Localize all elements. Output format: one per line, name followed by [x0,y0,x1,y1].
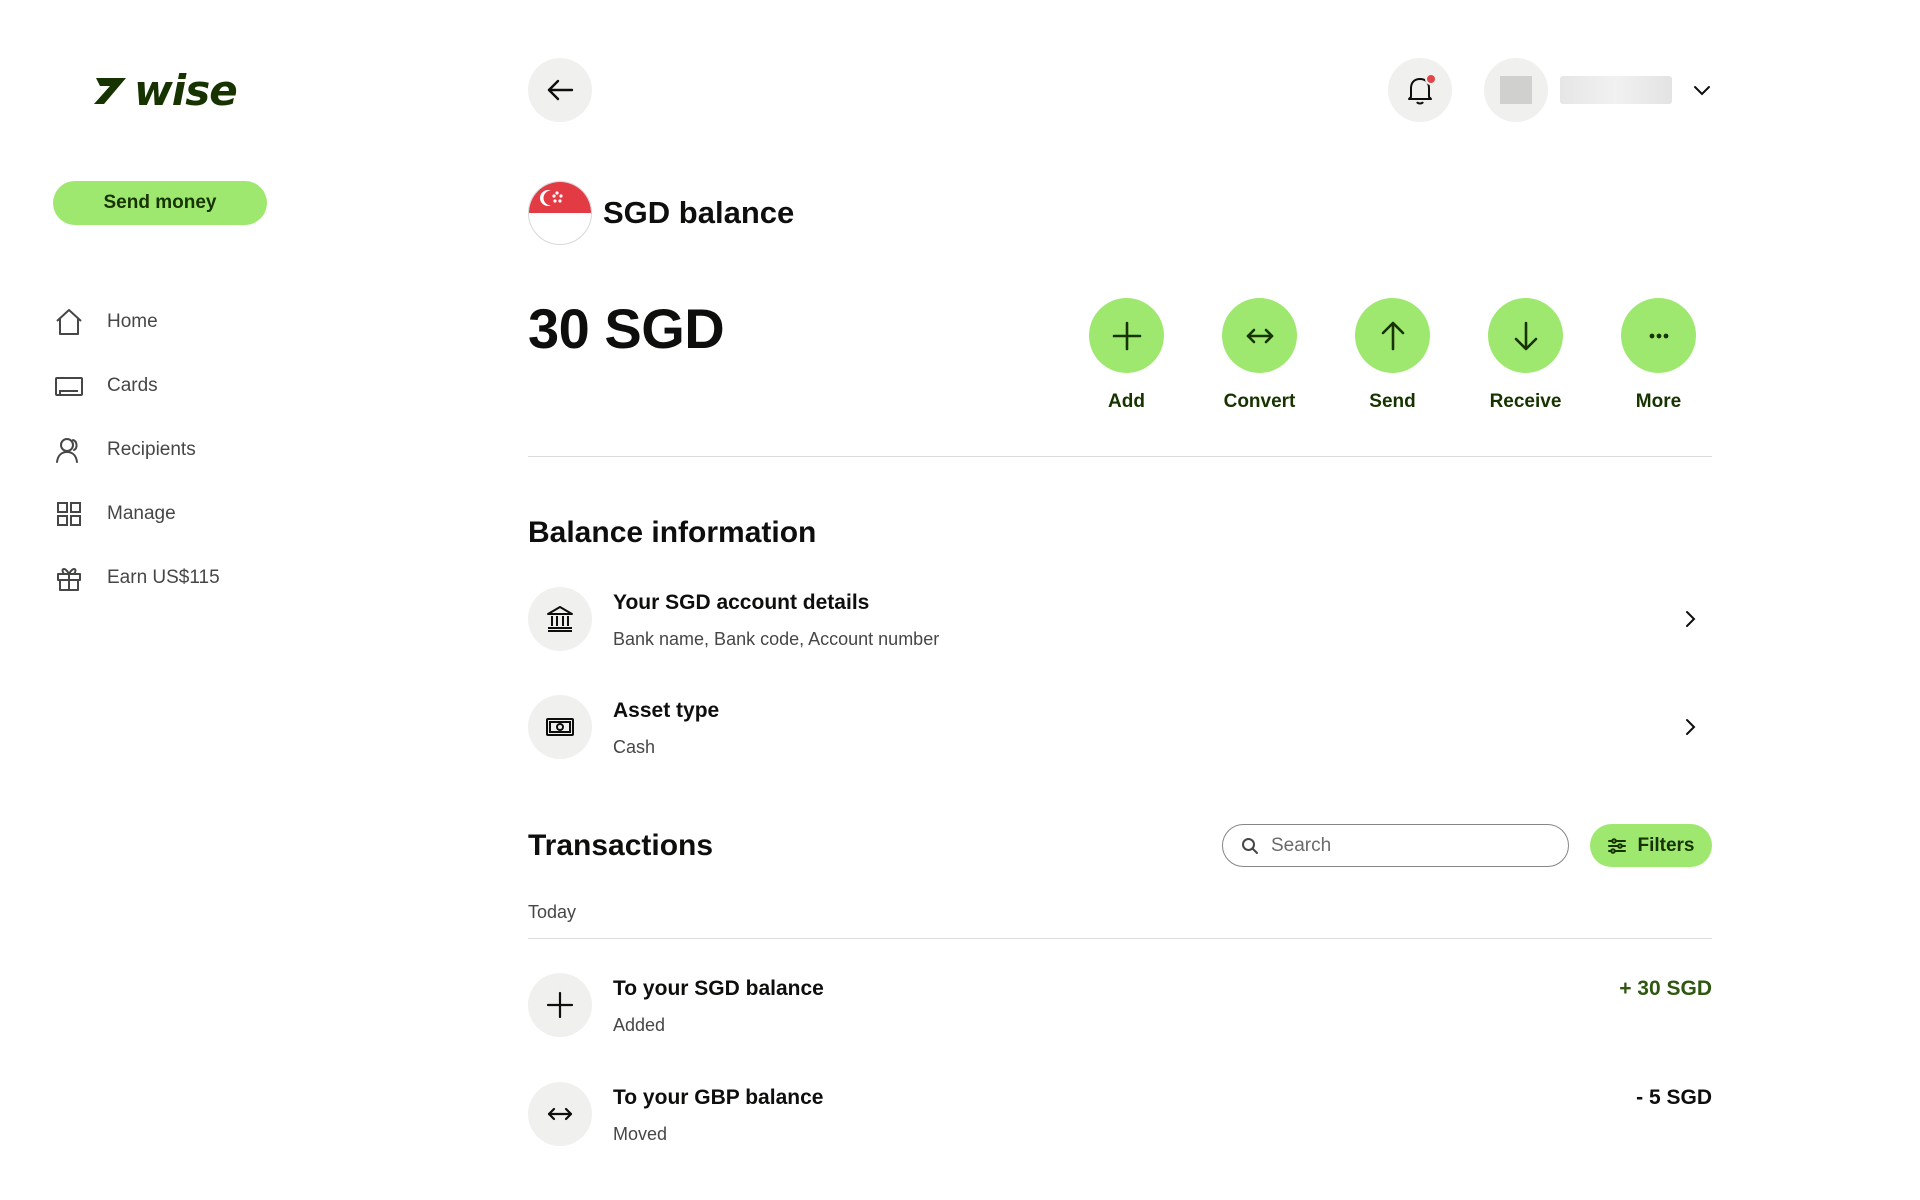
chevron-right-icon [1686,611,1696,627]
avatar-image [1500,76,1532,104]
brand-name: wise [134,66,238,115]
sidebar-item-label: Manage [107,503,176,524]
convert-arrows-icon [528,1082,592,1146]
more-label: More [1635,391,1682,412]
sidebar: wise Send money Home Cards Recipients Ma… [0,0,330,1200]
balance-title: SGD balance [603,195,795,230]
arrow-up-icon [1381,321,1404,350]
sidebar-item-home[interactable]: Home [53,290,220,354]
sidebar-item-label: Recipients [107,439,196,460]
transactions-title: Transactions [528,829,714,862]
balance-actions: Add Convert Send Receive More [1060,298,1725,413]
transaction-row[interactable]: To your GBP balance Moved - 5 SGD [528,1082,1712,1156]
transaction-status: Added [613,1015,666,1035]
receive-button[interactable]: Receive [1459,298,1592,413]
chevron-right-icon [1686,719,1696,735]
plus-icon [528,973,592,1037]
home-icon [53,306,85,338]
filters-button[interactable]: Filters [1590,824,1712,867]
transaction-search[interactable] [1222,824,1569,867]
row-title: Your SGD account details [613,591,870,614]
transaction-title: To your SGD balance [613,977,824,1000]
transaction-group-label: Today [528,902,577,922]
avatar[interactable] [1484,58,1548,122]
arrow-left-icon [547,79,574,101]
recipients-icon [53,434,85,466]
grid-icon [53,498,85,530]
plus-icon [1112,321,1141,350]
profile-name-redacted [1560,76,1672,104]
transaction-status: Moved [613,1124,668,1144]
row-subtitle: Cash [613,737,656,757]
wise-flag-icon [94,77,126,104]
send-button[interactable]: Send [1326,298,1459,413]
wise-logo[interactable]: wise [92,66,238,115]
section-divider [528,456,1712,457]
row-title: Asset type [613,699,720,722]
card-icon [53,370,85,402]
sidebar-item-earn[interactable]: Earn US$115 [53,546,220,610]
cash-icon [528,695,592,759]
receive-action-circle[interactable] [1488,298,1563,373]
arrow-down-icon [1514,321,1537,350]
gift-icon [53,562,85,594]
group-divider [528,938,1712,939]
more-dots-icon [1649,333,1668,338]
chevron-down-icon[interactable] [1692,80,1712,100]
transaction-title: To your GBP balance [613,1086,824,1109]
send-money-label: Send money [103,192,217,213]
sidebar-nav: Home Cards Recipients Manage Earn US$115 [53,290,220,610]
sidebar-item-label: Cards [107,375,158,396]
receive-label: Receive [1489,391,1562,412]
balance-information-title: Balance information [528,516,817,549]
asset-type-row[interactable]: Asset type Cash [528,695,1712,769]
search-icon [1242,837,1258,854]
add-button[interactable]: Add [1060,298,1193,413]
search-input[interactable] [1271,834,1551,857]
page: wise Send money Home Cards Recipients Ma… [0,0,1920,1200]
send-label: Send [1369,391,1416,412]
sidebar-item-cards[interactable]: Cards [53,354,220,418]
transaction-row[interactable]: To your SGD balance Added + 30 SGD [528,973,1712,1047]
convert-label: Convert [1223,391,1296,412]
row-subtitle: Bank name, Bank code, Account number [613,629,940,649]
notification-badge [1425,73,1437,85]
sidebar-item-label: Home [107,311,158,332]
profile-menu[interactable] [1484,58,1712,122]
back-button[interactable] [528,58,592,122]
sidebar-item-recipients[interactable]: Recipients [53,418,220,482]
more-button[interactable]: More [1592,298,1725,413]
send-action-circle[interactable] [1355,298,1430,373]
add-label: Add [1108,391,1145,412]
transaction-amount: - 5 SGD [1636,1086,1712,1109]
more-action-circle[interactable] [1621,298,1696,373]
notifications-button[interactable] [1388,58,1452,122]
sidebar-item-manage[interactable]: Manage [53,482,220,546]
add-action-circle[interactable] [1089,298,1164,373]
sidebar-item-label: Earn US$115 [107,567,220,588]
convert-action-circle[interactable] [1222,298,1297,373]
filters-icon [1608,837,1627,854]
singapore-flag-icon [528,181,592,245]
account-details-row[interactable]: Your SGD account details Bank name, Bank… [528,587,1712,661]
transaction-amount: + 30 SGD [1619,977,1712,1000]
balance-amount: 30 SGD [528,297,725,360]
bank-icon [528,587,592,651]
convert-arrows-icon [1246,328,1273,343]
filters-label: Filters [1637,834,1695,856]
convert-button[interactable]: Convert [1193,298,1326,413]
send-money-button[interactable]: Send money [53,181,267,225]
